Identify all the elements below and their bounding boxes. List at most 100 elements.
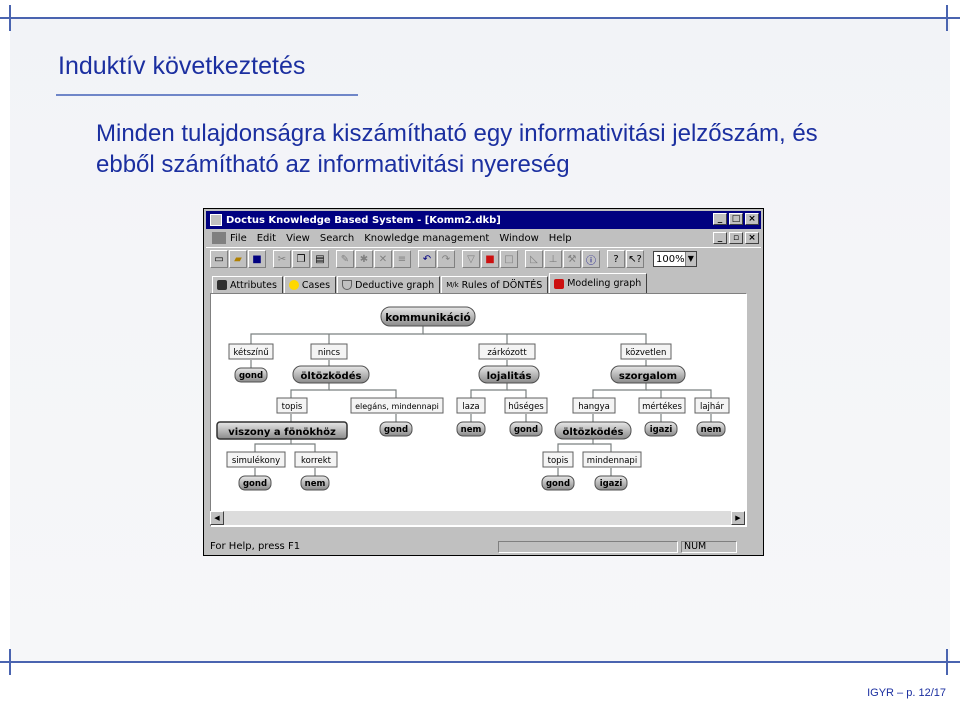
edit-icon[interactable]: ✎ — [336, 250, 354, 268]
undo-icon[interactable]: ↶ — [418, 250, 436, 268]
svg-text:hűséges: hűséges — [508, 401, 544, 412]
tab-attributes[interactable]: Attributes — [212, 276, 283, 293]
outcome-node[interactable]: gond — [509, 421, 543, 437]
outcome-node[interactable]: gond — [541, 475, 575, 491]
attribute-node[interactable]: öltözködés — [554, 421, 632, 440]
value-node[interactable]: lajhár — [694, 397, 730, 414]
svg-text:közvetlen: közvetlen — [626, 348, 667, 358]
value-node[interactable]: hűséges — [504, 397, 548, 414]
outcome-node[interactable]: igazi — [594, 475, 628, 491]
outcome-node[interactable]: igazi — [644, 421, 678, 437]
zoom-value: 100% — [656, 253, 685, 265]
info-icon[interactable]: ⓘ — [582, 250, 600, 268]
tab-cases[interactable]: Cases — [283, 276, 337, 293]
scroll-left-icon[interactable]: ◀ — [210, 511, 224, 525]
menu-view[interactable]: View — [286, 233, 310, 244]
delete-icon[interactable]: ✕ — [374, 250, 392, 268]
tab-rules[interactable]: M/k Rules of DÖNTÉS — [441, 276, 549, 293]
scroll-right-icon[interactable]: ▶ — [731, 511, 745, 525]
menu-knowledge-management[interactable]: Knowledge management — [364, 233, 489, 244]
tree-icon[interactable]: ⊥ — [544, 250, 562, 268]
value-node[interactable]: topis — [542, 451, 574, 468]
value-node[interactable]: mértékes — [638, 397, 686, 414]
svg-text:zárkózott: zárkózott — [487, 347, 527, 358]
tab-deductive-graph[interactable]: Deductive graph — [337, 276, 441, 293]
value-node[interactable]: zárkózott — [478, 343, 536, 360]
cut-icon[interactable]: ✂ — [273, 250, 291, 268]
value-node[interactable]: hangya — [572, 397, 616, 414]
tab-modeling-graph[interactable]: Modeling graph — [549, 273, 648, 293]
svg-text:gond: gond — [243, 479, 267, 489]
minimize-button[interactable]: _ — [713, 213, 727, 225]
rows-icon[interactable]: ≡ — [393, 250, 411, 268]
save-icon[interactable]: ■ — [248, 250, 266, 268]
value-node[interactable]: elegáns, mindennapi — [350, 397, 444, 414]
value-node[interactable]: közvetlen — [620, 343, 672, 360]
asterisk-icon[interactable]: ✱ — [355, 250, 373, 268]
app-icon — [210, 214, 222, 226]
cases-icon — [288, 280, 299, 290]
menu-help[interactable]: Help — [549, 233, 572, 244]
chart-icon[interactable]: ◺ — [525, 250, 543, 268]
window-title: Doctus Knowledge Based System - [Komm2.d… — [226, 214, 501, 226]
menu-window[interactable]: Window — [499, 233, 538, 244]
outcome-node[interactable]: nem — [456, 421, 486, 437]
zoom-select[interactable]: 100% ▼ — [653, 251, 697, 267]
horizontal-scrollbar[interactable]: ◀ ▶ — [210, 511, 745, 525]
doc-minimize-button[interactable]: _ — [713, 232, 727, 244]
svg-text:igazi: igazi — [650, 425, 673, 435]
outcome-node[interactable]: gond — [234, 367, 268, 383]
filter-icon[interactable]: ▽ — [462, 250, 480, 268]
attribute-node[interactable]: lojalitás — [478, 365, 540, 384]
open-folder-icon[interactable]: ▰ — [229, 250, 247, 268]
value-node[interactable]: mindennapi — [582, 451, 642, 468]
outcome-node[interactable]: nem — [696, 421, 726, 437]
value-node[interactable]: topis — [276, 397, 308, 414]
status-panel — [498, 540, 678, 553]
menu-file[interactable]: File — [230, 233, 247, 244]
attribute-node[interactable]: viszony a fönökhöz — [216, 421, 348, 440]
redo-icon[interactable]: ↷ — [437, 250, 455, 268]
copy-icon[interactable]: ❐ — [292, 250, 310, 268]
svg-text:gond: gond — [384, 425, 408, 435]
menu-bar: File Edit View Search Knowledge manageme… — [206, 230, 761, 246]
doc-restore-button[interactable]: ▫ — [729, 232, 743, 244]
menu-search[interactable]: Search — [320, 233, 354, 244]
value-node[interactable]: laza — [456, 397, 486, 414]
maximize-button[interactable]: □ — [729, 213, 743, 225]
svg-text:lajhár: lajhár — [700, 402, 725, 412]
slide-title: Induktív következtetés — [58, 52, 306, 80]
doc-close-button[interactable]: × — [745, 232, 759, 244]
close-button[interactable]: × — [745, 213, 759, 225]
attribute-node[interactable]: szorgalom — [610, 365, 686, 384]
window-titlebar: Doctus Knowledge Based System - [Komm2.d… — [206, 211, 761, 229]
tree-node-root[interactable]: kommunikáció — [380, 306, 476, 327]
document-icon[interactable] — [212, 232, 226, 244]
svg-text:kétszínű: kétszínű — [233, 347, 268, 358]
svg-text:lojalitás: lojalitás — [487, 370, 532, 382]
modeling-graph-canvas[interactable]: kommunikáció kétszínű nincs zárkózott kö… — [210, 293, 747, 527]
outcome-node[interactable]: nem — [300, 475, 330, 491]
value-node[interactable]: simulékony — [226, 451, 286, 468]
outcome-node[interactable]: gond — [379, 421, 413, 437]
outcome-node[interactable]: gond — [238, 475, 272, 491]
help-icon[interactable]: ? — [607, 250, 625, 268]
cube-icon[interactable]: ■ — [481, 250, 499, 268]
attribute-node[interactable]: öltözködés — [292, 365, 370, 384]
value-node[interactable]: nincs — [310, 343, 348, 360]
new-file-icon[interactable]: ▭ — [210, 250, 228, 268]
context-help-icon[interactable]: ↖? — [626, 250, 644, 268]
chevron-down-icon[interactable]: ▼ — [684, 252, 696, 266]
title-underline — [56, 94, 358, 96]
status-help-text: For Help, press F1 — [210, 541, 301, 552]
box-icon[interactable]: □ — [500, 250, 518, 268]
svg-text:topis: topis — [548, 456, 569, 466]
paste-icon[interactable]: ▤ — [311, 250, 329, 268]
frame-left-bottom-tick — [9, 649, 11, 675]
menu-edit[interactable]: Edit — [257, 233, 276, 244]
value-node[interactable]: kétszínű — [228, 343, 274, 360]
value-node[interactable]: korrekt — [294, 451, 338, 468]
tools-icon[interactable]: ⚒ — [563, 250, 581, 268]
svg-text:nem: nem — [701, 425, 722, 435]
svg-text:elegáns, mindennapi: elegáns, mindennapi — [355, 402, 439, 411]
